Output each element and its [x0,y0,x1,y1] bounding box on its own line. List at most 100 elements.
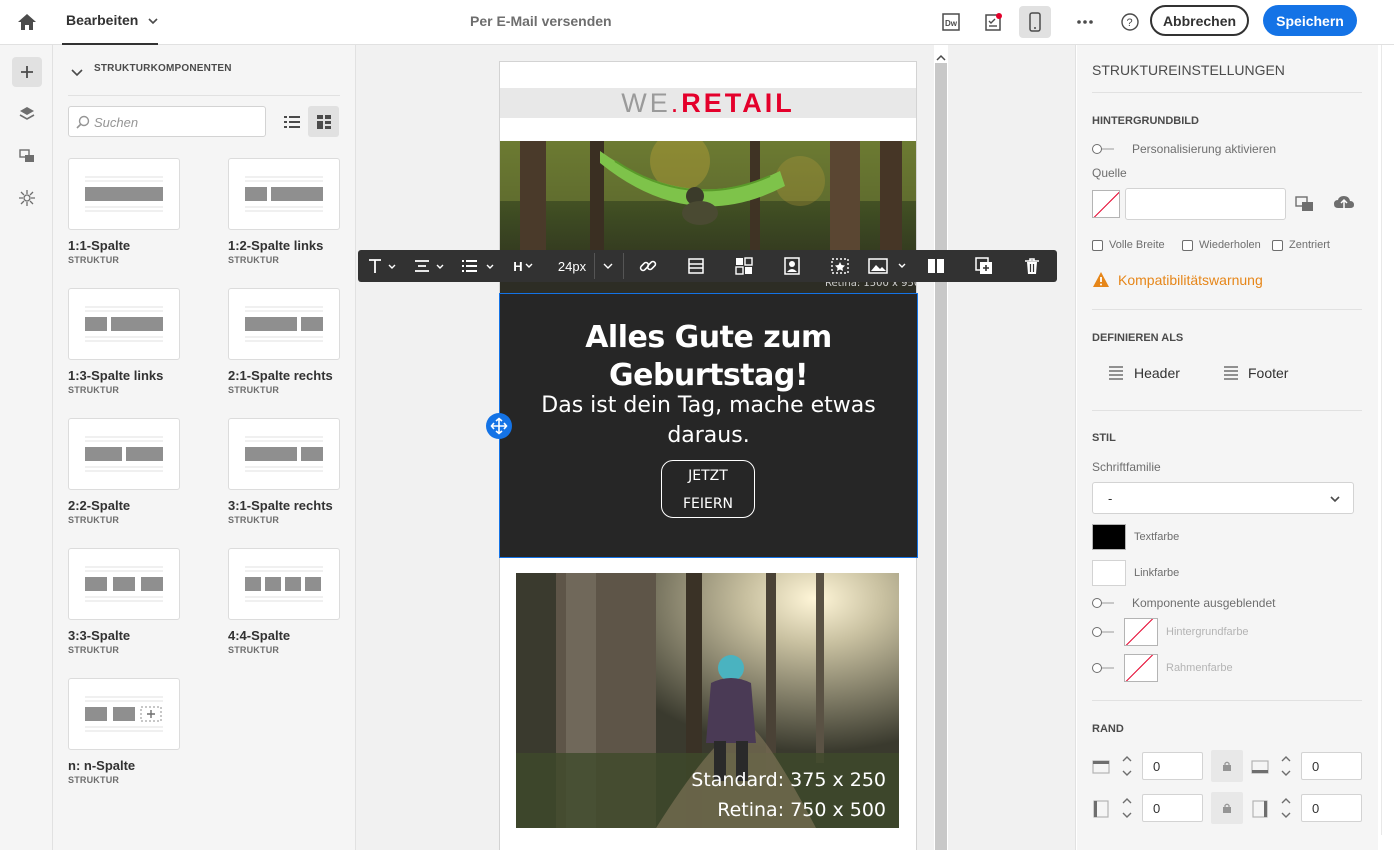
border-top-value[interactable]: 0 [1142,752,1203,780]
component-name: 3:3-Spalte [68,628,131,643]
component-n-column[interactable]: n: n-Spalte STRUKTUR [68,678,180,785]
subline[interactable]: Das ist dein Tag, mache etwas daraus. [500,391,917,451]
settings-scrollbar[interactable] [1378,45,1394,850]
hidden-toggle[interactable] [1092,598,1114,608]
link-color-swatch[interactable] [1092,560,1126,586]
edit-menu-label[interactable]: Bearbeiten [66,12,138,28]
list-icon[interactable] [458,256,498,276]
dynamic-content-icon[interactable] [828,256,852,276]
hero-image-forest[interactable]: Standard: 375 x 250 Retina: 750 x 500 [516,573,899,828]
move-icon[interactable] [486,413,512,439]
home-icon[interactable] [16,11,38,33]
panel-title: STRUKTUREINSTELLUNGEN [1092,62,1285,78]
search-input[interactable]: Suchen [68,106,266,137]
divider [1092,309,1362,310]
stepper-arrows-icon[interactable] [1117,794,1137,822]
components-icon[interactable] [732,256,756,276]
headline[interactable]: Alles Gute zum Geburtstag! [500,319,917,395]
border-bottom-value[interactable]: 0 [1301,752,1362,780]
upload-icon[interactable] [1333,194,1355,217]
scrollbar-thumb[interactable] [935,63,947,850]
stepper-arrows-icon[interactable] [1276,752,1296,780]
component-name: 1:3-Spalte links [68,368,164,383]
component-type: STRUKTUR [228,515,280,525]
columns-icon[interactable] [924,256,948,276]
scroll-up-icon[interactable] [936,49,946,61]
canvas-scrollbar[interactable] [934,45,948,850]
layers-icon[interactable] [12,99,42,129]
structure-icon[interactable] [684,256,708,276]
full-width-checkbox[interactable] [1092,240,1103,251]
cancel-button[interactable]: Abbrechen [1150,5,1249,36]
component-2-1-column-right[interactable]: 2:1-Spalte rechts STRUKTUR [228,288,340,395]
assets-icon[interactable] [12,141,42,171]
delete-icon[interactable] [1020,256,1044,276]
fragments-icon[interactable] [12,183,42,213]
border-bottom-icon [1251,758,1269,781]
section-label-style: STIL [1092,432,1116,444]
section-label-define-as: DEFINIEREN ALS [1092,332,1184,344]
link-icon[interactable] [636,256,660,276]
image-dropdown-icon[interactable] [866,256,912,276]
scrollbar-track[interactable] [1381,45,1389,835]
chevron-down-icon[interactable] [71,65,83,77]
divider [1092,700,1362,701]
search-icon [76,115,90,129]
save-button[interactable]: Speichern [1263,5,1357,36]
border-left-stepper[interactable]: 0 [1117,794,1203,822]
chevron-down-icon[interactable] [146,14,160,28]
bg-color-swatch[interactable] [1124,618,1158,646]
help-icon[interactable]: ? [1117,9,1143,35]
lock-icon[interactable] [1211,792,1243,824]
source-preview[interactable] [1092,190,1120,218]
component-thumbnail [68,548,180,620]
compat-warning-link[interactable]: Kompatibilitätswarnung [1118,272,1263,288]
more-icon[interactable] [1072,9,1098,35]
grid-view-icon[interactable] [308,106,339,137]
font-size-value[interactable]: 24px [552,256,592,276]
checklist-icon[interactable] [980,9,1006,35]
font-family-select[interactable]: - [1092,482,1354,514]
heading-dropdown[interactable]: H [508,256,542,276]
lock-icon[interactable] [1211,750,1243,782]
source-input[interactable] [1125,188,1286,220]
text-style-icon[interactable] [364,256,402,276]
personalization-icon[interactable] [780,256,804,276]
font-size-dropdown-icon[interactable] [598,256,618,276]
component-type: STRUKTUR [228,385,280,395]
component-2-2-column[interactable]: 2:2-Spalte STRUKTUR [68,418,180,525]
component-4-4-column[interactable]: 4:4-Spalte STRUKTUR [228,548,340,655]
bg-color-toggle[interactable] [1092,627,1114,637]
border-bottom-stepper[interactable]: 0 [1276,752,1362,780]
define-footer-button[interactable]: Footer [1222,365,1288,381]
text-color-swatch[interactable] [1092,524,1126,550]
asset-picker-icon[interactable] [1295,194,1315,219]
border-top-stepper[interactable]: 0 [1117,752,1203,780]
selected-text-block[interactable]: Alles Gute zum Geburtstag! Das ist dein … [499,293,918,558]
cta-button[interactable]: JETZT FEIERN [661,460,755,518]
border-right-value[interactable]: 0 [1301,794,1362,822]
stepper-arrows-icon[interactable] [1276,794,1296,822]
border-right-stepper[interactable]: 0 [1276,794,1362,822]
component-1-1-column[interactable]: 1:1-Spalte STRUKTUR [68,158,180,265]
component-1-2-column-left[interactable]: 1:2-Spalte links STRUKTUR [228,158,340,265]
centered-checkbox[interactable] [1272,240,1283,251]
border-color-toggle[interactable] [1092,663,1114,673]
dreamweaver-icon[interactable]: Dw [938,9,964,35]
list-view-icon[interactable] [276,106,307,137]
component-3-1-column-right[interactable]: 3:1-Spalte rechts STRUKTUR [228,418,340,525]
personalize-toggle[interactable] [1092,144,1114,154]
component-3-3-column[interactable]: 3:3-Spalte STRUKTUR [68,548,180,655]
border-color-swatch[interactable] [1124,654,1158,682]
logo-block[interactable]: WE.RETAIL [500,88,916,118]
stepper-arrows-icon[interactable] [1117,752,1137,780]
repeat-checkbox[interactable] [1182,240,1193,251]
define-header-button[interactable]: Header [1107,365,1180,381]
component-1-3-column-left[interactable]: 1:3-Spalte links STRUKTUR [68,288,180,395]
border-left-value[interactable]: 0 [1142,794,1203,822]
add-icon[interactable] [12,57,42,87]
section-header[interactable]: STRUKTURKOMPONENTEN [94,63,232,74]
duplicate-icon[interactable] [972,256,996,276]
mobile-preview-icon[interactable] [1019,6,1051,38]
align-icon[interactable] [410,256,450,276]
